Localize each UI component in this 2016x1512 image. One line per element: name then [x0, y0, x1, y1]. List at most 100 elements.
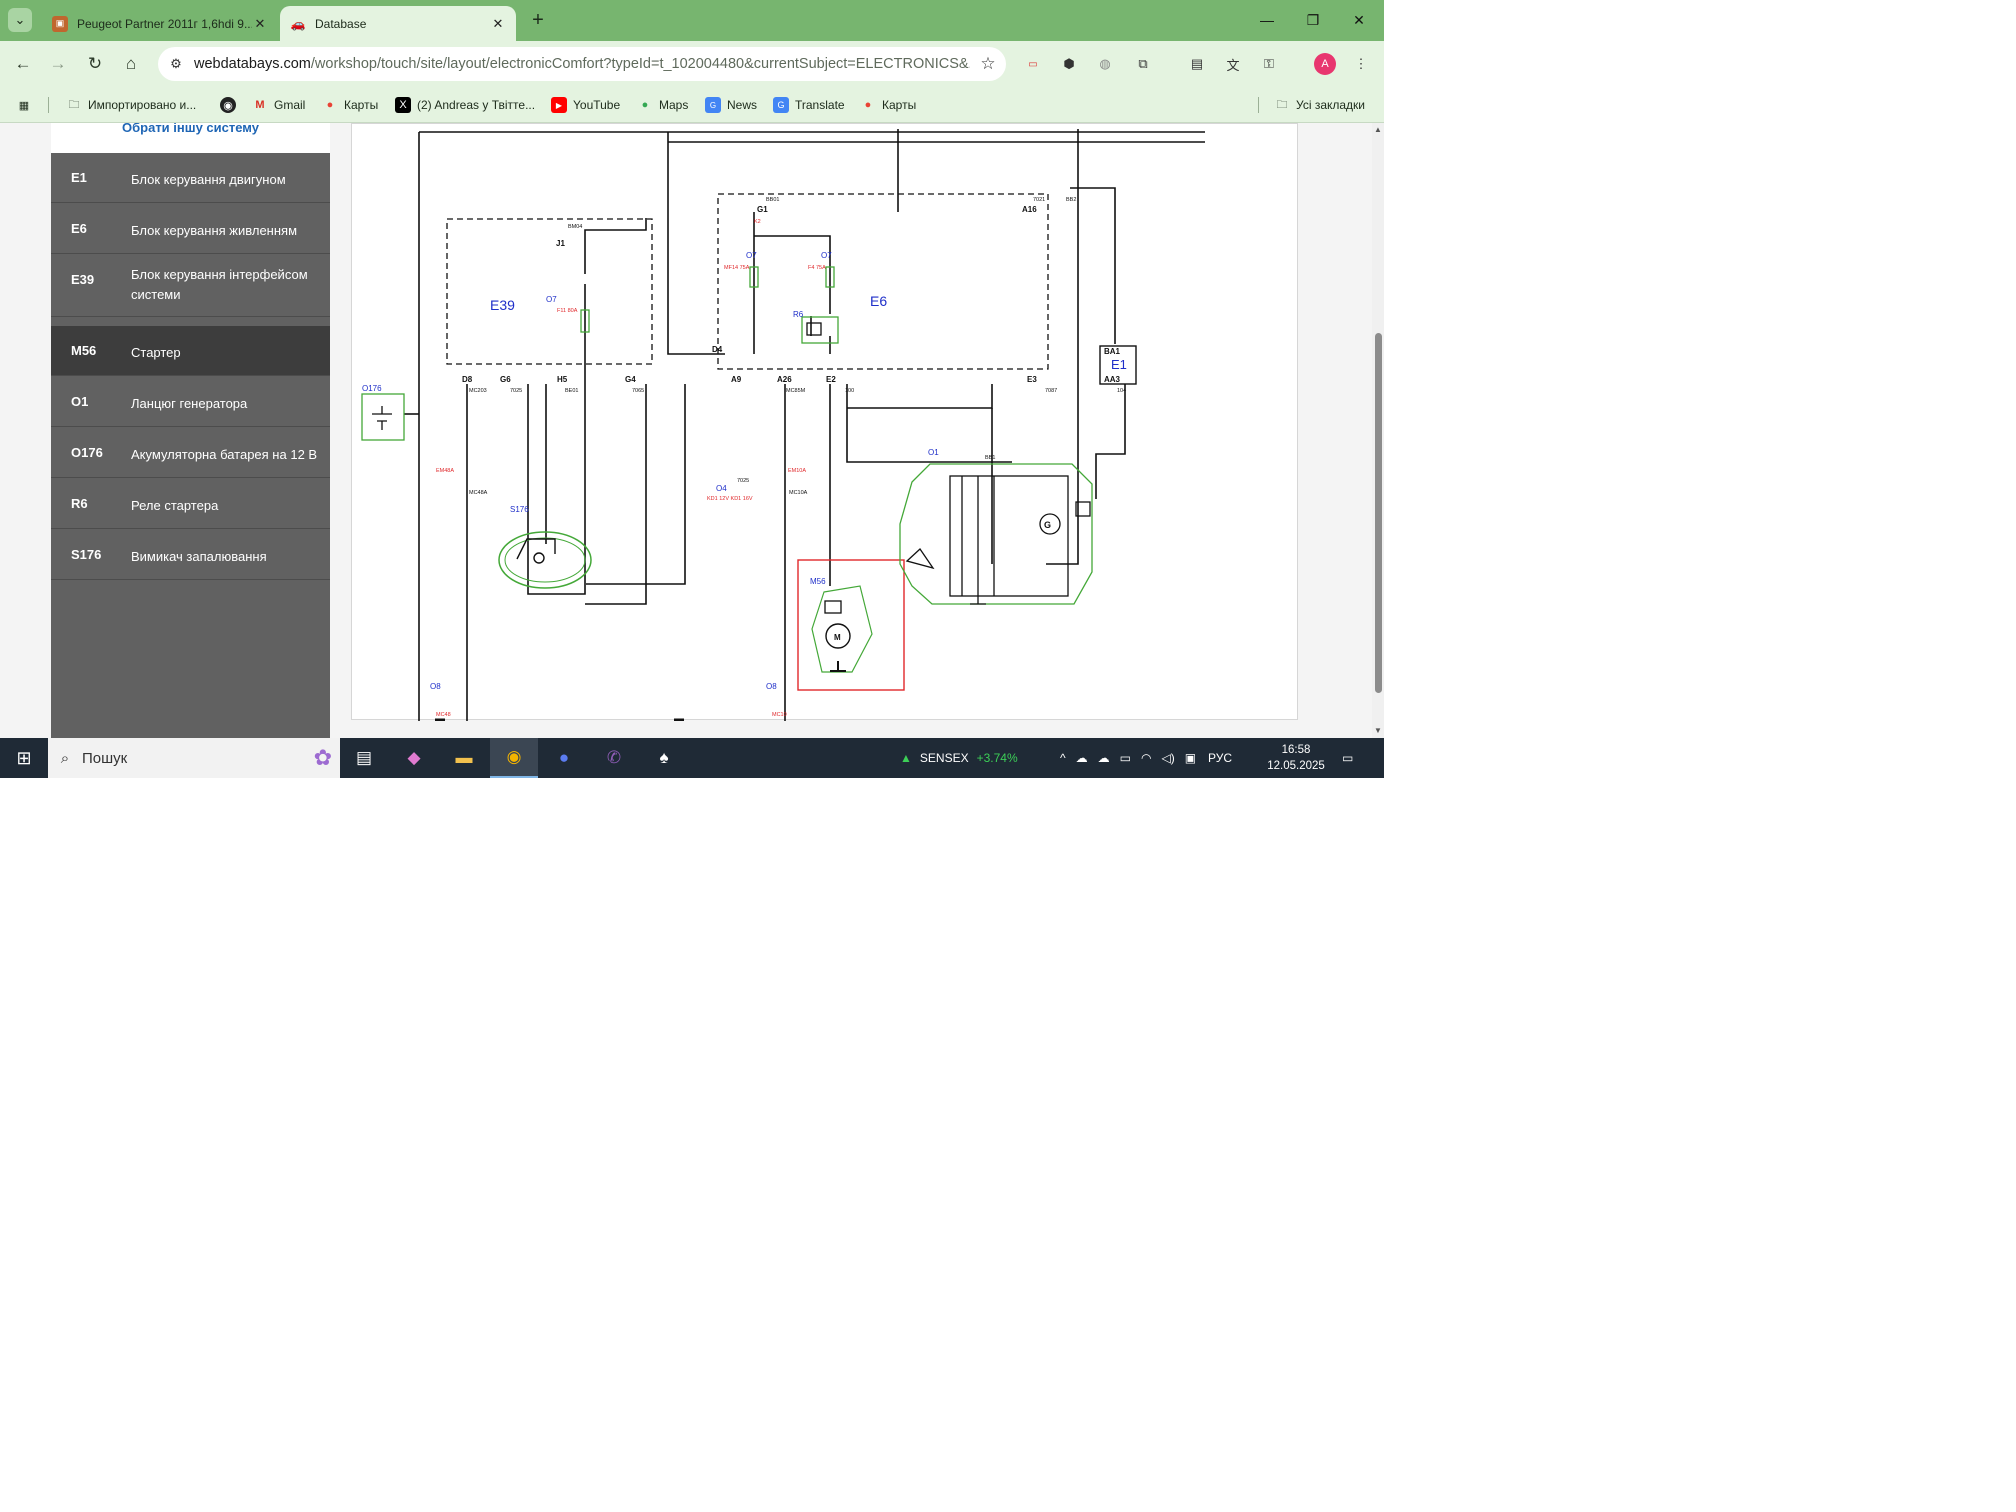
sidebar-item-o1[interactable]: O1 Ланцюг генератора [51, 377, 330, 427]
signal-button[interactable]: ● [540, 738, 588, 778]
bookmark-gmail[interactable]: M Gmail [252, 96, 305, 114]
chevron-up-icon[interactable]: ^ [1060, 751, 1066, 765]
car-photo-icon: ▣ [52, 15, 68, 32]
wire-label: 100 [845, 388, 854, 394]
pin-labels: BA1 AA3 J1 D8 G6 H5 G4 G1 D4 A16 A9 A26 … [462, 205, 1121, 642]
viber-button[interactable]: ✆ [590, 738, 638, 778]
bookmark-star-icon[interactable]: ☆ [970, 54, 1006, 74]
ignition-switch-contacts [516, 538, 556, 564]
file-explorer-button[interactable]: ▬ [440, 738, 488, 778]
folder-icon: ▬ [455, 748, 473, 767]
page-scrollbar[interactable]: ▲ ▼ [1372, 123, 1384, 738]
solitaire-button[interactable]: ♠ [640, 738, 688, 778]
wiring-diagram[interactable]: E39 E6 E1 O176 S176 M56 O1 R6 O4 O7 O7 O… [352, 124, 1299, 722]
bookmark-twitter[interactable]: X (2) Andreas у Твітте... [395, 96, 535, 114]
scroll-down-icon[interactable]: ▼ [1374, 726, 1382, 735]
choose-other-system-link[interactable]: Обрати іншу систему [51, 123, 330, 153]
globe-extension-icon[interactable]: ◍ [1094, 53, 1116, 75]
red-note: EM10A [788, 468, 806, 474]
close-icon[interactable]: ✕ [252, 16, 268, 32]
profile-avatar[interactable]: A [1314, 53, 1336, 75]
flowers-decoration-icon: ✿ [313, 745, 332, 770]
menu-kebab-icon[interactable]: ⋮ [1350, 53, 1372, 75]
ignition-switch-inner [504, 537, 586, 583]
label-m56: M56 [810, 577, 826, 586]
tray-icons[interactable]: ^ ☁ ☁ ▭ ◠ ◁) ▣ РУС [1060, 738, 1232, 778]
wifi-icon[interactable]: ◠ [1141, 751, 1151, 765]
label-e39: E39 [490, 297, 515, 313]
home-button[interactable]: ⌂ [118, 51, 144, 77]
component-labels: E39 E6 E1 O176 S176 M56 O1 R6 O4 O7 O7 O… [362, 251, 1127, 691]
back-button[interactable]: ← [10, 51, 36, 77]
apps-grid-icon[interactable]: ▦ [16, 96, 38, 114]
bookmarks-bar: ▦ 🗀 Импортировано и... ◉ M Gmail ● Карты X(… [0, 87, 1384, 123]
forward-button[interactable]: → [45, 51, 71, 77]
close-icon[interactable]: ✕ [490, 16, 506, 32]
notifications-button[interactable]: ▭ [1342, 738, 1353, 778]
task-view-button[interactable]: ▤ [340, 738, 388, 778]
new-tab-button[interactable]: + [526, 8, 550, 32]
starter-outline [811, 585, 873, 673]
scrollbar-thumb[interactable] [1375, 333, 1382, 693]
password-key-icon[interactable]: ⚿ [1258, 53, 1280, 75]
wiring-diagram-panel: E39 E6 E1 O176 S176 M56 O1 R6 O4 O7 O7 O… [351, 123, 1299, 722]
close-window-button[interactable]: ✕ [1336, 0, 1382, 40]
tab-peugeot[interactable]: ▣ Peugeot Partner 2011г 1,6hdi 9... ✕ [42, 6, 278, 41]
module-e39 [446, 218, 653, 365]
onedrive-icon[interactable]: ☁ [1076, 751, 1088, 765]
sidebar-item-s176[interactable]: S176 Вимикач запалювання [51, 530, 330, 580]
start-button[interactable]: ⊞ [0, 738, 48, 778]
language-indicator[interactable]: РУС [1208, 751, 1232, 765]
sidebar-item-e1[interactable]: E1 Блок керування двигуном [51, 153, 330, 203]
wire-label: BB01 [766, 197, 779, 203]
bookmark-maps-ru-2[interactable]: ● Карты [860, 96, 917, 114]
reload-button[interactable]: ↻ [82, 51, 108, 77]
alternator-bridge [905, 475, 1091, 605]
taskbar-search[interactable]: ⌕ Пошук ✿ [48, 738, 340, 778]
copilot-icon: ◆ [407, 748, 421, 767]
pin-d4: D4 [712, 345, 723, 354]
address-bar[interactable]: ⚙ webdatabays.com/workshop/touch/site/la… [158, 47, 1006, 81]
sidebar-item-r6[interactable]: R6 Реле стартера [51, 479, 330, 529]
red-annotations: MC48 MC10 EM48A EM10A K2 F11 80A MF14 75… [436, 219, 826, 718]
translate-icon[interactable]: 文 [1222, 53, 1244, 75]
red-note: KD1 12V KD1 16V [707, 496, 753, 502]
bookmark-maps-ru[interactable]: ● Карты [322, 96, 379, 114]
bookmark-maps[interactable]: ● Maps [637, 96, 689, 114]
scroll-up-icon[interactable]: ▲ [1374, 125, 1382, 134]
tab-search-button[interactable]: ⌄ [8, 8, 32, 32]
volume-icon[interactable]: ◁) [1161, 751, 1174, 765]
clock[interactable]: 16:58 12.05.2025 [1262, 742, 1330, 774]
extension-icon[interactable]: ▭ [1022, 53, 1044, 75]
tab-database[interactable]: 🚗 Database ✕ [280, 6, 516, 41]
bookmark-translate[interactable]: G Translate [773, 96, 845, 114]
stock-widget[interactable]: ▲ SENSEX +3.74% [900, 738, 1018, 778]
sidebar-item-m56[interactable]: M56 Стартер [51, 326, 330, 376]
cloud-icon[interactable]: ☁ [1098, 751, 1110, 765]
label-e6: E6 [870, 293, 887, 309]
sidebar-item-e39[interactable]: E39 Блок керування інтерфейсом системи [51, 255, 330, 317]
shield-extension-icon[interactable]: ⬢ [1058, 53, 1080, 75]
chrome-taskbar-button[interactable]: ◉ [490, 738, 538, 778]
taskbar: ⊞ ⌕ Пошук ✿ ▤ ◆ ▬ ◉ ● ✆ ♠ ▲ SENSEX +3.74… [0, 738, 1384, 778]
sidebar-item-o176[interactable]: O176 Акумуляторна батарея на 12 В [51, 428, 330, 478]
all-bookmarks[interactable]: 🗀 Усі закладки [1274, 96, 1366, 114]
red-note: EM48A [436, 468, 454, 474]
label-o176: O176 [362, 384, 382, 393]
bookmark-imported-folder[interactable]: 🗀 Импортировано и... [66, 96, 197, 114]
bookmark-globe[interactable]: ◉ [220, 96, 242, 114]
ground-symbol [830, 661, 846, 672]
devices-icon[interactable]: ▤ [1186, 53, 1208, 75]
puzzle-extensions-icon[interactable]: ⧉ [1132, 53, 1154, 75]
camera-icon[interactable]: ▣ [1185, 751, 1196, 765]
site-info-icon[interactable]: ⚙ [158, 56, 194, 72]
restore-button[interactable]: ❐ [1290, 0, 1336, 40]
bookmark-youtube[interactable]: ▶ YouTube [551, 96, 620, 114]
battery-icon[interactable]: ▭ [1120, 751, 1131, 765]
viber-icon: ✆ [606, 748, 622, 767]
url-text: webdatabays.com/workshop/touch/site/layo… [194, 56, 970, 72]
sidebar-item-e6[interactable]: E6 Блок керування живленням [51, 204, 330, 254]
copilot-button[interactable]: ◆ [390, 738, 438, 778]
minimize-button[interactable]: — [1244, 0, 1290, 40]
bookmark-news[interactable]: G News [705, 96, 757, 114]
